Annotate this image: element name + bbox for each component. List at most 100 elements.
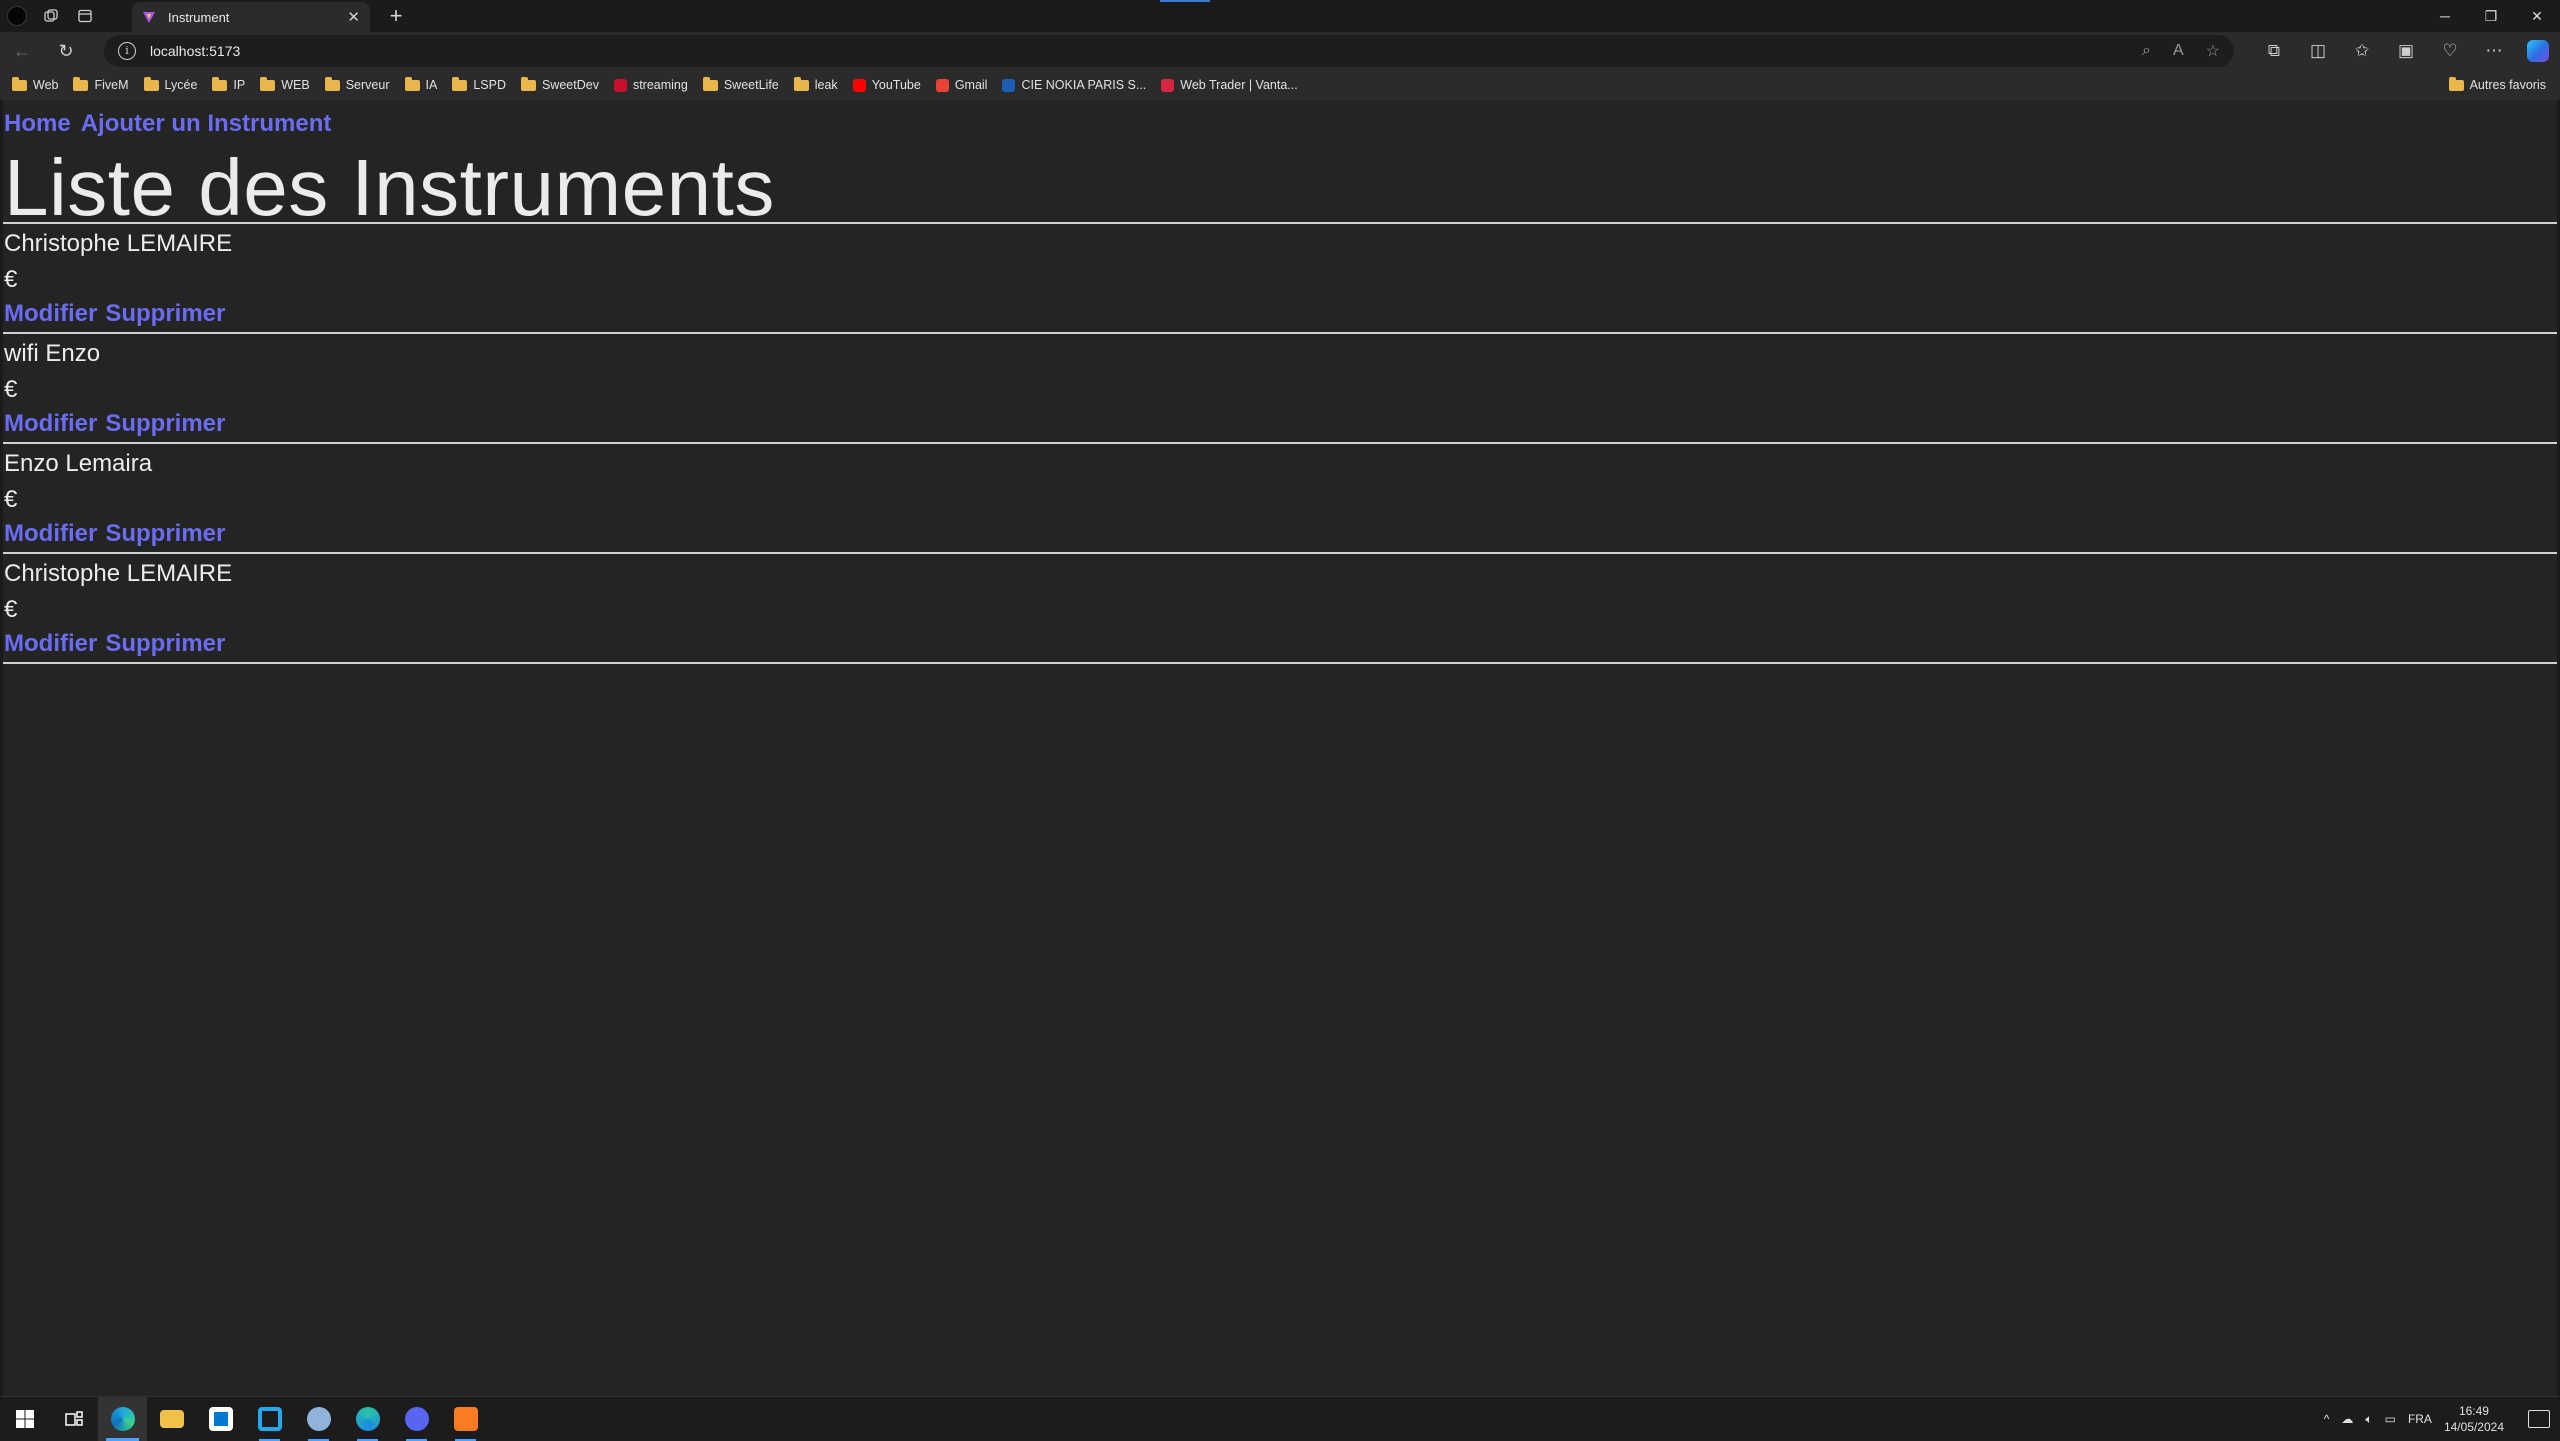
favorites-icon[interactable]: ✩ (2340, 32, 2384, 70)
home-link[interactable]: Home (4, 110, 71, 138)
bookmark-item[interactable]: SweetLife (702, 76, 779, 92)
back-button[interactable]: ← (0, 32, 44, 70)
close-window-button[interactable]: ✕ (2514, 0, 2560, 32)
copilot-button[interactable] (2516, 32, 2560, 70)
workspaces-icon[interactable] (34, 0, 68, 32)
folder-icon (404, 76, 420, 91)
extensions-icon[interactable]: ⧉ (2252, 32, 2296, 70)
profile-button[interactable] (0, 0, 34, 32)
onedrive-icon[interactable]: ☁ (2341, 1412, 2353, 1426)
bookmark-label: SweetDev (541, 78, 599, 92)
bookmark-item[interactable]: WEB (260, 76, 310, 92)
xampp-icon[interactable] (441, 1397, 490, 1441)
edit-link[interactable]: Modifier (4, 300, 97, 328)
folder-icon (452, 76, 468, 91)
instrument-actions: Modifier Supprimer (4, 410, 225, 438)
system-tray: ^ ☁ 🔈︎ ▭ FRA 16:49 14/05/2024 (2324, 1397, 2560, 1441)
delete-link[interactable]: Supprimer (105, 630, 225, 658)
windows-start-icon[interactable] (0, 1397, 49, 1441)
bookmark-item[interactable]: Lycée (143, 76, 197, 92)
clock[interactable]: 16:49 14/05/2024 (2444, 1403, 2504, 1435)
site-icon (1002, 78, 1016, 92)
delete-link[interactable]: Supprimer (105, 410, 225, 438)
edit-link[interactable]: Modifier (4, 520, 97, 548)
read-aloud-icon[interactable]: A (2173, 42, 2184, 60)
bookmark-item[interactable]: SweetDev (520, 76, 599, 92)
bookmark-item[interactable]: LSPD (452, 76, 506, 92)
collections-icon[interactable]: ▣ (2384, 32, 2428, 70)
folder-icon (520, 76, 536, 91)
minimize-button[interactable]: ─ (2422, 0, 2468, 32)
tab-instrument[interactable]: Instrument ✕ (132, 2, 370, 32)
bookmark-label: Serveur (345, 78, 390, 92)
bookmark-item[interactable]: IA (404, 76, 437, 92)
edit-link[interactable]: Modifier (4, 410, 97, 438)
notifications-icon[interactable] (2528, 1410, 2550, 1428)
add-instrument-link[interactable]: Ajouter un Instrument (81, 110, 332, 138)
instrument-name: wifi Enzo (4, 340, 101, 367)
gmail-icon (935, 78, 949, 92)
close-tab-icon[interactable]: ✕ (347, 8, 360, 26)
folder-icon (702, 76, 718, 91)
site-info-icon[interactable]: i (118, 42, 136, 60)
performance-icon[interactable]: ♡ (2428, 32, 2472, 70)
more-menu-icon[interactable]: ⋯ (2472, 32, 2516, 70)
edge-icon[interactable] (98, 1396, 147, 1441)
bookmarks-bar: Web FiveM Lycée IP WEB Serveur IA LSPD SweetDev s… (0, 70, 2560, 100)
app-icon[interactable] (294, 1397, 343, 1441)
file-explorer-icon[interactable] (147, 1397, 196, 1441)
site-icon (1161, 78, 1175, 92)
tray-chevron-icon[interactable]: ^ (2324, 1412, 2330, 1426)
instrument-price: € (4, 266, 18, 293)
bookmark-item[interactable]: IP (212, 76, 246, 92)
language-indicator[interactable]: FRA (2408, 1412, 2432, 1426)
edge-beta-icon[interactable] (343, 1397, 392, 1441)
favorite-star-icon[interactable]: ☆ (2206, 41, 2220, 61)
bookmark-item[interactable]: CIE NOKIA PARIS S... (1002, 78, 1146, 92)
vite-icon (143, 12, 155, 23)
page-viewport: Home Ajouter un Instrument Liste des Ins… (0, 100, 2560, 1396)
folder-icon (793, 76, 809, 91)
instrument-name: Christophe LEMAIRE (4, 560, 233, 587)
restore-button[interactable]: ❐ (2468, 0, 2514, 32)
other-favorites-label: Autres favoris (2469, 78, 2546, 92)
url-text[interactable]: localhost:5173 (150, 43, 240, 59)
bookmark-item[interactable]: leak (793, 76, 838, 92)
edit-link[interactable]: Modifier (4, 630, 97, 658)
bookmark-item[interactable]: Gmail (935, 78, 987, 92)
bookmark-label: Web Trader | Vanta... (1180, 78, 1298, 92)
bookmark-label: CIE NOKIA PARIS S... (1021, 78, 1147, 92)
bookmark-item[interactable]: Web Trader | Vanta... (1161, 78, 1298, 92)
bookmark-item[interactable]: YouTube (852, 78, 921, 92)
bookmark-label: YouTube (871, 78, 921, 92)
discord-icon[interactable] (392, 1397, 441, 1441)
address-bar[interactable]: i localhost:5173 ⌕ A ☆ (104, 35, 2234, 67)
bookmark-item[interactable]: Web (12, 76, 58, 92)
instrument-item: Enzo Lemaira € Modifier Supprimer (3, 444, 2557, 552)
volume-icon[interactable]: 🔈︎ (2365, 1412, 2372, 1427)
task-view-icon[interactable] (49, 1397, 98, 1441)
bookmark-item[interactable]: Serveur (324, 76, 390, 92)
bookmark-item[interactable]: FiveM (73, 76, 129, 92)
other-favorites-folder[interactable]: Autres favoris (2448, 70, 2546, 100)
instrument-name: Christophe LEMAIRE (4, 230, 233, 257)
bookmark-label: FiveM (94, 78, 129, 92)
browser-titlebar: Instrument ✕ + ─ ❐ ✕ (0, 0, 2560, 32)
network-icon[interactable]: ▭ (2385, 1412, 2396, 1426)
delete-link[interactable]: Supprimer (105, 520, 225, 548)
instrument-actions: Modifier Supprimer (4, 300, 225, 328)
reload-button[interactable]: ↻ (44, 32, 88, 70)
bookmark-label: IP (233, 78, 246, 92)
profile-avatar (7, 6, 27, 26)
new-tab-button[interactable]: + (380, 0, 412, 32)
delete-link[interactable]: Supprimer (105, 300, 225, 328)
instrument-actions: Modifier Supprimer (4, 520, 225, 548)
bookmark-item[interactable]: streaming (613, 78, 688, 92)
vscode-icon[interactable] (245, 1397, 294, 1441)
split-screen-icon[interactable]: ◫ (2296, 32, 2340, 70)
store-icon[interactable] (196, 1397, 245, 1441)
bookmark-label: LSPD (473, 78, 506, 92)
zoom-icon[interactable]: ⌕ (2142, 42, 2151, 60)
folder-icon (324, 76, 340, 91)
vertical-tabs-icon[interactable] (68, 0, 102, 32)
